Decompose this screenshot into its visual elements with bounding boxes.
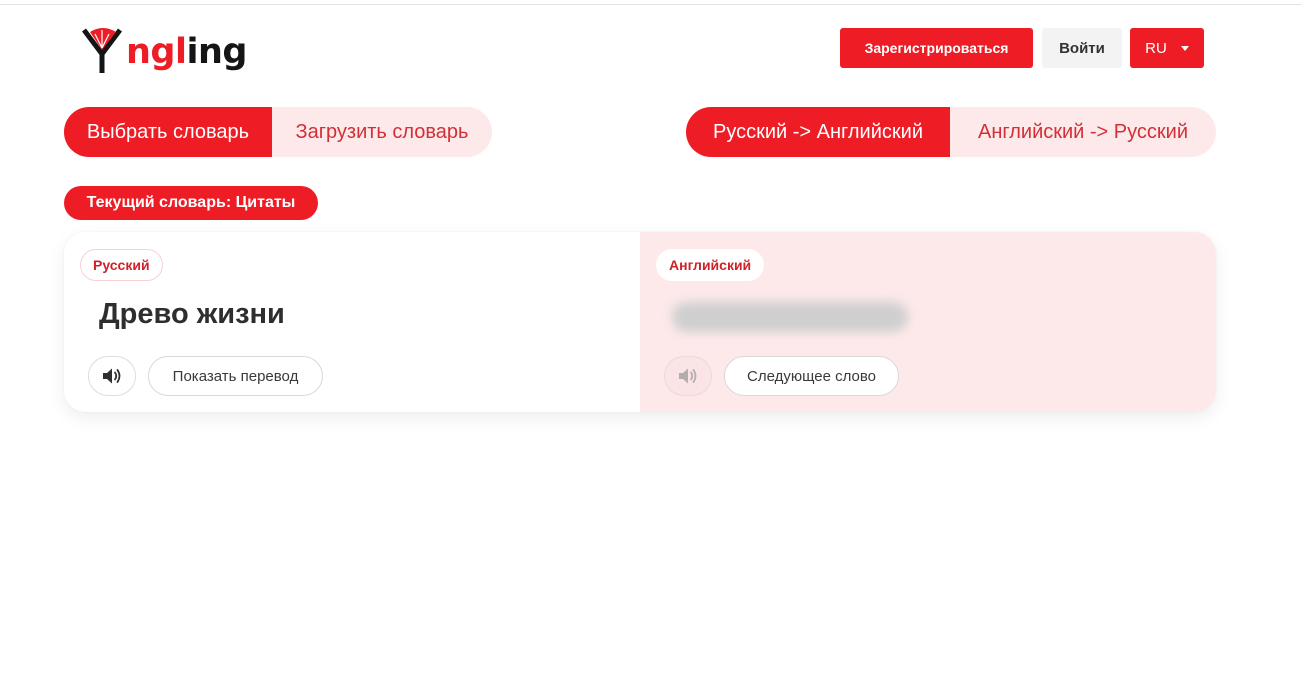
source-language-chip: Русский <box>80 249 163 281</box>
top-divider <box>0 4 1302 5</box>
choose-dictionary-button[interactable]: Выбрать словарь <box>64 107 272 157</box>
current-dictionary-badge: Текущий словарь: Цитаты <box>64 186 318 220</box>
caret-down-icon <box>1180 45 1189 51</box>
show-translation-button[interactable]: Показать перевод <box>148 356 323 396</box>
direction-ru-en-button[interactable]: Русский -> Английский <box>686 107 950 157</box>
language-label: RU <box>1145 39 1167 57</box>
y-logo-icon <box>82 28 122 73</box>
logo-text: ngling <box>126 32 247 72</box>
direction-toggle: Русский -> Английский Английский -> Русс… <box>686 107 1216 157</box>
upload-dictionary-button[interactable]: Загрузить словарь <box>272 107 492 157</box>
flashcard: Русский Древо жизни Показать перевод Анг… <box>64 232 1216 412</box>
language-dropdown[interactable]: RU <box>1130 28 1204 68</box>
target-language-chip: Английский <box>656 249 765 281</box>
source-pane: Русский Древо жизни Показать перевод <box>64 232 640 412</box>
register-button[interactable]: Зарегистрироваться <box>840 28 1033 68</box>
login-button[interactable]: Войти <box>1042 28 1122 68</box>
speaker-icon[interactable] <box>88 356 136 396</box>
translation-pane: Английский Следующее слово <box>640 232 1216 412</box>
source-word: Древо жизни <box>99 298 285 330</box>
speaker-icon[interactable] <box>664 356 712 396</box>
direction-en-ru-button[interactable]: Английский -> Русский <box>950 107 1216 157</box>
hidden-translation <box>672 302 908 332</box>
dictionary-mode-toggle: Выбрать словарь Загрузить словарь <box>64 107 492 157</box>
next-word-button[interactable]: Следующее слово <box>724 356 899 396</box>
logo[interactable]: ngling <box>80 24 247 74</box>
